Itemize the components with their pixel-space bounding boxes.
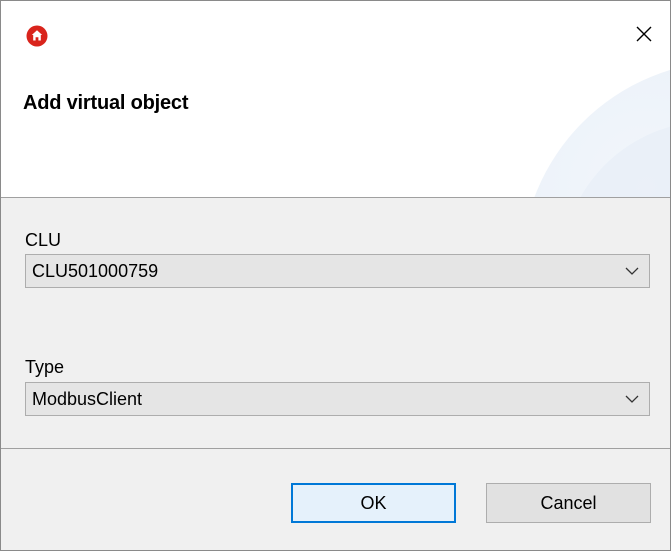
cancel-button[interactable]: Cancel (486, 483, 651, 523)
home-icon (26, 25, 48, 47)
clu-select-value: CLU501000759 (32, 261, 159, 281)
close-button[interactable] (629, 19, 659, 49)
dialog-title: Add virtual object (23, 92, 189, 114)
type-select[interactable]: ModbusClient (25, 382, 650, 416)
ok-button[interactable]: OK (291, 483, 456, 523)
footer-divider (1, 448, 670, 449)
chevron-down-icon (625, 395, 639, 403)
clu-label: CLU (25, 230, 62, 250)
add-virtual-object-dialog: Add virtual object CLU CLU501000759 Type… (0, 0, 671, 551)
dialog-header: Add virtual object (1, 1, 670, 198)
close-icon (636, 26, 652, 42)
type-label: Type (25, 357, 65, 377)
type-select-value: ModbusClient (32, 389, 143, 409)
clu-select[interactable]: CLU501000759 (25, 254, 650, 288)
chevron-down-icon (625, 267, 639, 275)
